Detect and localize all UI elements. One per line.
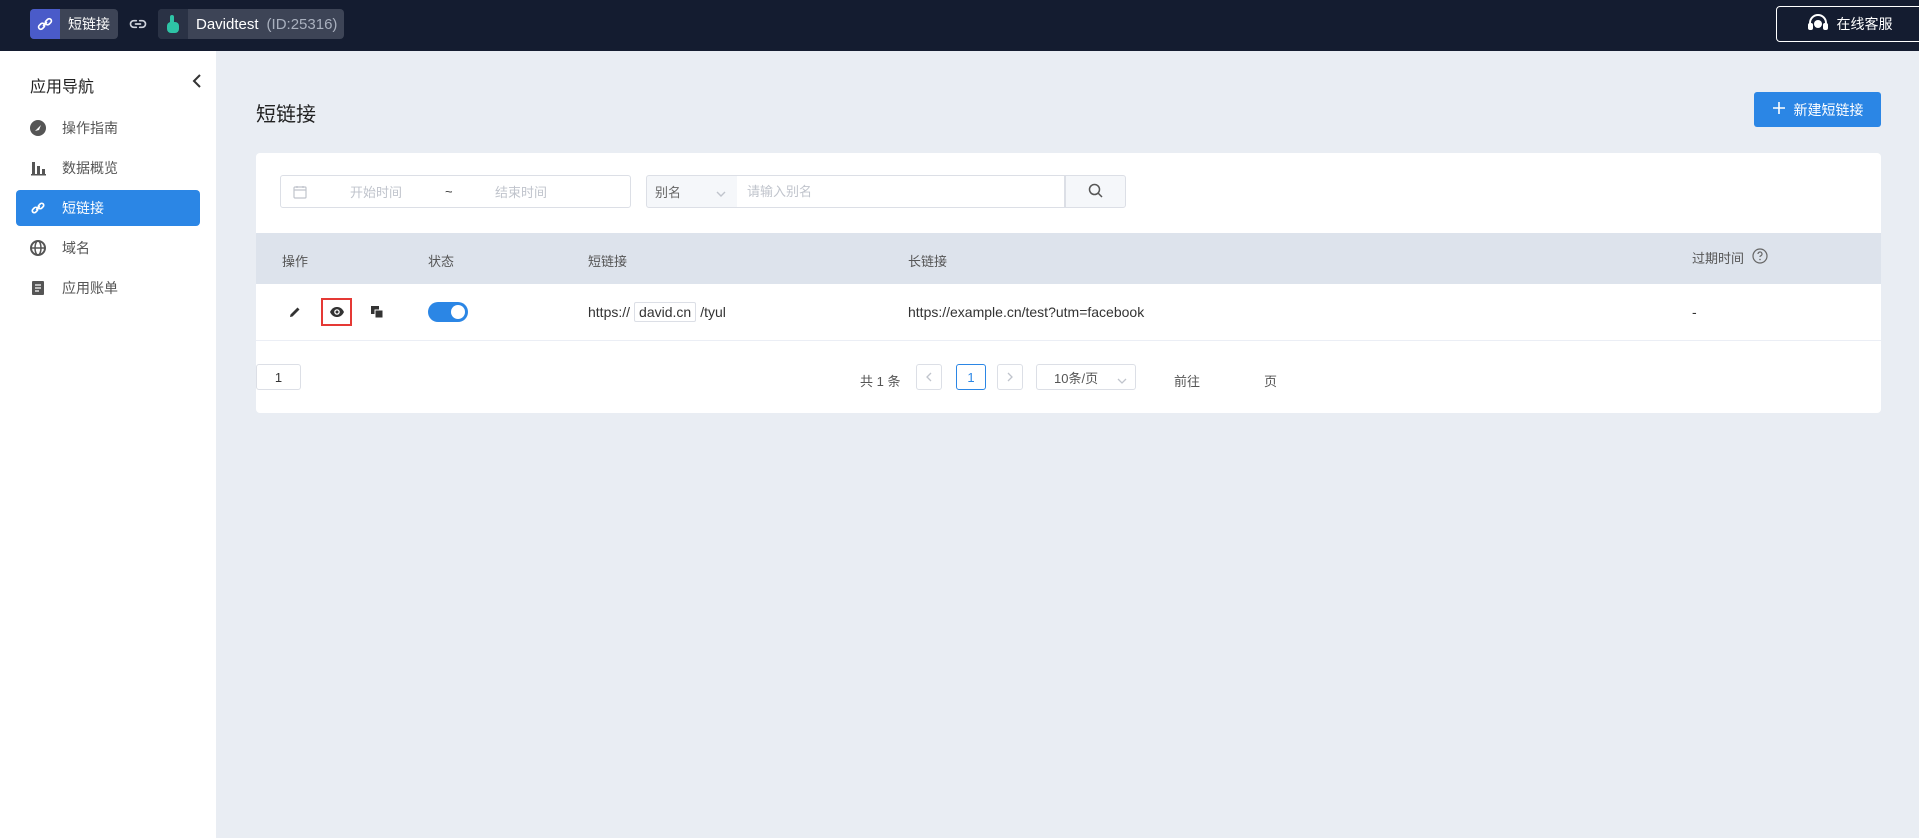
pagination: 共 1 条 1 10条/页 前往 页 <box>256 364 1881 394</box>
column-long-link: 长链接 <box>908 254 948 269</box>
hand-pointer-icon <box>158 9 188 39</box>
copy-icon[interactable] <box>370 305 384 319</box>
sidebar-item-guide[interactable]: 操作指南 <box>16 110 200 146</box>
long-link-cell: https://example.cn/test?utm=facebook <box>908 304 1145 320</box>
plus-icon <box>1772 101 1786 118</box>
online-service-button[interactable]: 在线客服 <box>1776 6 1919 42</box>
short-link-domain: david.cn <box>634 302 697 322</box>
sidebar-item-label: 操作指南 <box>62 120 118 136</box>
start-date-input[interactable]: 开始时间 <box>321 182 431 201</box>
account-id: (ID:25316) <box>266 15 338 33</box>
sidebar-item-label: 数据概览 <box>62 160 118 176</box>
chevron-down-icon <box>715 187 727 197</box>
goto-label: 前往 <box>1174 374 1201 389</box>
new-short-link-button[interactable]: 新建短链接 <box>1754 92 1881 127</box>
column-status: 状态 <box>428 254 455 269</box>
date-separator: ~ <box>445 184 453 199</box>
page-number-button[interactable]: 1 <box>956 364 986 390</box>
page-title: 短链接 <box>256 104 316 126</box>
page-suffix-label: 页 <box>1264 374 1278 389</box>
table-header: 操作 状态 短链接 长链接 过期时间 <box>256 233 1881 284</box>
content-card: 开始时间 ~ 结束时间 别名 操作 状态 短链接 长链接 过期时间 <box>256 153 1881 413</box>
document-icon <box>30 280 46 296</box>
expire-cell: - <box>1692 304 1697 320</box>
column-expire-label: 过期时间 <box>1692 251 1745 266</box>
page-size-select[interactable]: 10条/页 <box>1036 364 1136 390</box>
edit-icon[interactable] <box>288 305 302 319</box>
collapse-sidebar-icon[interactable] <box>190 73 204 89</box>
help-icon[interactable] <box>1752 248 1768 267</box>
table-row: https:// david.cn /tyul https://example.… <box>256 284 1881 341</box>
column-expire: 过期时间 <box>1692 248 1768 267</box>
column-actions: 操作 <box>282 254 309 269</box>
short-link-cell: https:// david.cn /tyul <box>588 302 726 322</box>
account-switcher[interactable]: Davidtest (ID:25316) <box>158 9 344 39</box>
search-field-value: 别名 <box>655 185 682 200</box>
new-short-link-label: 新建短链接 <box>1793 101 1864 118</box>
account-name: Davidtest <box>196 15 259 33</box>
prev-page-button[interactable] <box>916 364 942 390</box>
sidebar-item-label: 短链接 <box>62 200 104 216</box>
sidebar: 应用导航 操作指南 数据概览 短链接 域名 应用账单 <box>0 51 216 838</box>
sidebar-item-short-link[interactable]: 短链接 <box>16 190 200 226</box>
sidebar-item-label: 域名 <box>62 240 90 256</box>
sidebar-item-domain[interactable]: 域名 <box>16 230 200 266</box>
app-switcher[interactable]: 短链接 <box>30 9 118 39</box>
top-bar: 短链接 Davidtest (ID:25316) 在线客服 <box>0 0 1919 51</box>
app-name: 短链接 <box>68 16 110 32</box>
goto-page-input[interactable] <box>256 364 301 390</box>
sidebar-item-overview[interactable]: 数据概览 <box>16 150 200 186</box>
globe-icon <box>30 240 46 256</box>
page-size-value: 10条/页 <box>1054 370 1099 386</box>
search-icon <box>1088 183 1103 201</box>
status-toggle[interactable] <box>428 302 468 322</box>
search-field-select[interactable]: 别名 <box>646 175 738 208</box>
search-button[interactable] <box>1065 175 1126 208</box>
chevron-down-icon <box>1117 373 1127 384</box>
sidebar-title: 应用导航 <box>30 79 95 96</box>
column-short-link: 短链接 <box>588 254 628 269</box>
end-date-input[interactable]: 结束时间 <box>466 182 576 201</box>
short-link-prefix: https:// <box>588 304 631 320</box>
link-icon <box>30 200 46 216</box>
next-page-button[interactable] <box>997 364 1023 390</box>
short-link-path: /tyul <box>700 304 726 320</box>
pagination-total: 共 1 条 <box>860 374 901 389</box>
alias-search-input[interactable] <box>737 175 1065 208</box>
bar-chart-icon <box>30 160 46 176</box>
date-range-picker[interactable]: 开始时间 ~ 结束时间 <box>280 175 631 208</box>
chain-link-icon <box>128 14 148 34</box>
toggle-knob <box>451 305 465 319</box>
calendar-icon <box>293 185 307 199</box>
link-icon <box>30 9 60 39</box>
sidebar-item-billing[interactable]: 应用账单 <box>16 270 200 306</box>
headset-icon <box>1807 13 1829 35</box>
view-icon[interactable] <box>321 298 352 326</box>
sidebar-item-label: 应用账单 <box>62 280 118 296</box>
online-service-label: 在线客服 <box>1836 16 1893 32</box>
navigation-icon <box>30 120 46 136</box>
